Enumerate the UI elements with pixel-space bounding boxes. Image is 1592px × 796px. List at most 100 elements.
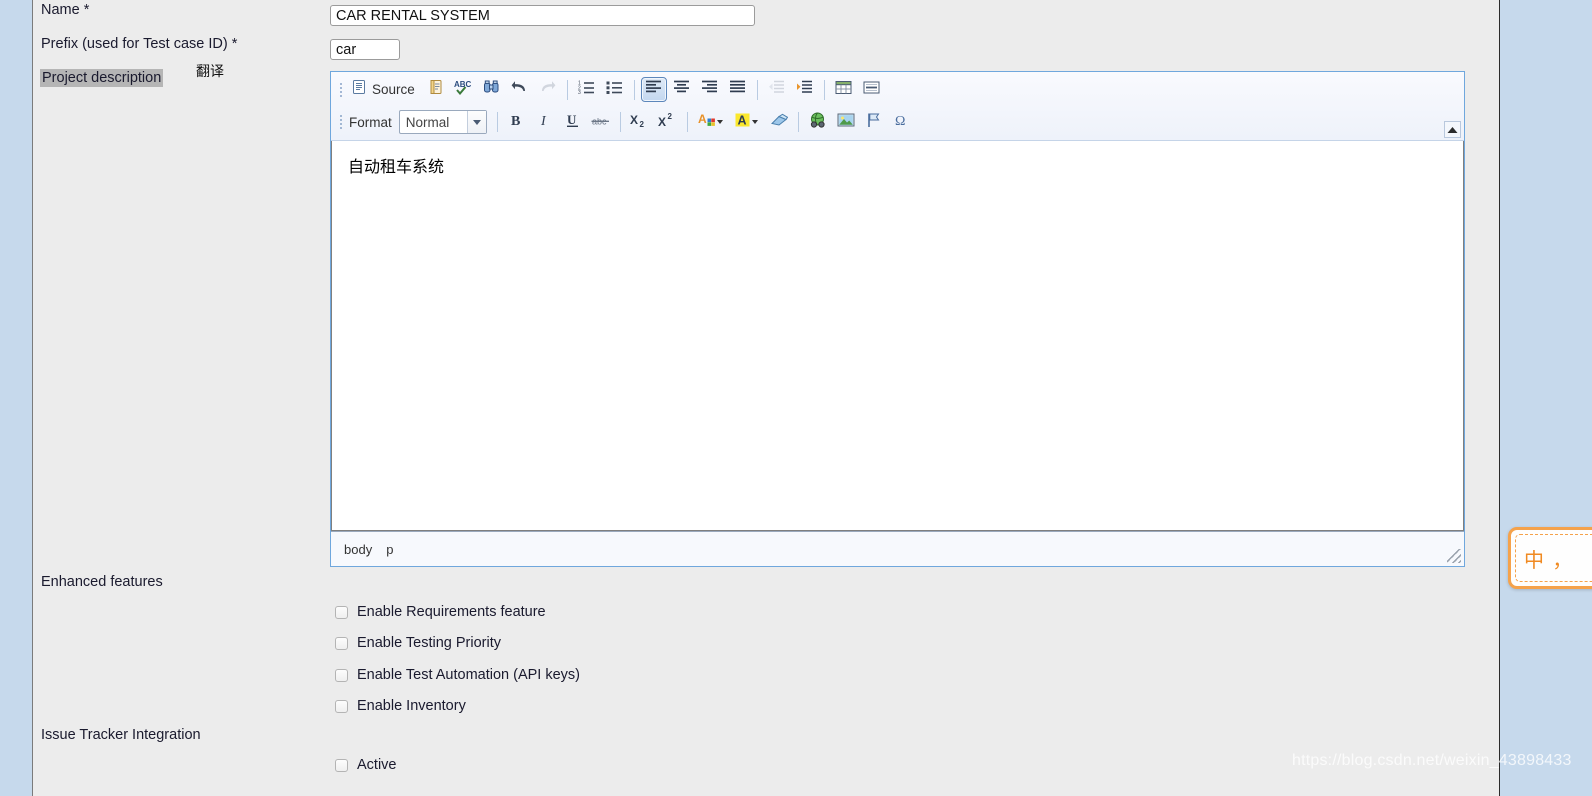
align-left-button[interactable]	[640, 77, 667, 102]
chevron-down-icon	[752, 120, 759, 124]
ime-mode-indicator[interactable]: 中 ，	[1518, 544, 1573, 573]
translate-tooltip-text: 翻译	[196, 64, 224, 80]
checkbox-enable-requirements[interactable]	[335, 605, 348, 619]
table-button[interactable]	[831, 77, 857, 102]
image-button[interactable]	[833, 110, 859, 135]
format-label: Format	[349, 114, 392, 130]
italic-button[interactable]: I	[532, 110, 558, 135]
redo-arrow-icon	[539, 79, 556, 100]
horizontal-rule-button[interactable]	[859, 77, 885, 102]
source-button[interactable]: Source	[347, 77, 422, 102]
toolbar-separator	[686, 112, 688, 132]
element-path-p[interactable]: p	[386, 542, 393, 557]
abc-spellcheck-icon: ABC	[454, 79, 474, 100]
checkbox-row-active[interactable]: Active	[335, 757, 397, 773]
source-icon	[351, 79, 367, 100]
checkbox-label-inventory: Enable Inventory	[357, 698, 466, 714]
outdent-button[interactable]	[764, 77, 790, 102]
chevron-down-icon	[717, 120, 724, 124]
redo-button[interactable]	[535, 77, 561, 102]
undo-button[interactable]	[507, 77, 533, 102]
svg-text:A: A	[698, 112, 707, 126]
toolbar-drag-grip[interactable]	[337, 80, 345, 100]
remove-format-button[interactable]	[766, 110, 792, 135]
italic-icon: I	[538, 112, 552, 133]
editor-resize-grip[interactable]	[1447, 549, 1461, 563]
ime-status-widget[interactable]: 中 ，	[1508, 527, 1592, 589]
templates-button[interactable]	[423, 77, 449, 102]
underline-button[interactable]: U	[560, 110, 586, 135]
bulleted-list-icon	[606, 79, 623, 100]
align-right-button[interactable]	[697, 77, 723, 102]
subscript-button[interactable]: X 2	[627, 110, 653, 135]
toolbar-separator	[566, 79, 568, 100]
subscript-icon: X 2	[630, 112, 649, 133]
checkbox-label-test-automation: Enable Test Automation (API keys)	[357, 667, 580, 683]
indent-icon	[796, 79, 813, 100]
checkbox-enable-testing-priority[interactable]	[335, 636, 348, 650]
checkbox-enable-inventory[interactable]	[335, 699, 348, 713]
align-center-button[interactable]	[669, 77, 695, 102]
bold-button[interactable]: B	[504, 110, 530, 135]
chevron-down-icon	[466, 111, 486, 133]
superscript-icon: X 2	[658, 112, 677, 133]
prefix-input[interactable]	[330, 39, 400, 60]
label-enhanced-features: Enhanced features	[41, 574, 163, 590]
toolbar-separator	[823, 79, 825, 100]
align-right-icon	[701, 79, 718, 100]
toolbar-drag-grip[interactable]	[337, 112, 345, 132]
table-icon	[835, 80, 852, 100]
toolbar-separator	[797, 112, 799, 132]
name-input[interactable]	[330, 5, 755, 26]
svg-text:I: I	[540, 114, 547, 128]
svg-text:ABC: ABC	[454, 80, 472, 89]
label-name: Name *	[41, 2, 90, 18]
svg-text:X: X	[630, 113, 638, 127]
binoculars-find-icon	[483, 79, 500, 100]
align-center-icon	[673, 79, 690, 100]
label-prefix: Prefix (used for Test case ID) *	[41, 36, 238, 52]
svg-text:B: B	[511, 114, 520, 128]
numbered-list-icon: 1 2 3	[578, 79, 595, 100]
background-color-button[interactable]: A	[730, 110, 764, 135]
svg-text:2: 2	[640, 120, 645, 128]
checkbox-row-test-automation[interactable]: Enable Test Automation (API keys)	[335, 667, 580, 683]
text-color-button[interactable]: A	[694, 110, 728, 135]
source-button-label: Source	[372, 82, 415, 97]
toolbar-separator	[619, 112, 621, 132]
toolbar-separator	[756, 79, 758, 100]
strikethrough-button[interactable]: abc	[588, 110, 614, 135]
rich-text-editor: Source ABC 1 2 3 Format Normal B I U abc…	[330, 71, 1465, 567]
checkbox-active[interactable]	[335, 758, 348, 772]
spellcheck-button[interactable]: ABC	[451, 77, 477, 102]
checkbox-row-requirements[interactable]: Enable Requirements feature	[335, 604, 546, 620]
outdent-icon	[768, 79, 785, 100]
format-select[interactable]: Normal	[398, 110, 487, 134]
element-path-body[interactable]: body	[344, 542, 372, 557]
special-char-button[interactable]: Ω	[889, 110, 915, 135]
justify-button[interactable]	[725, 77, 751, 102]
label-issue-tracker-integration: Issue Tracker Integration	[41, 727, 201, 743]
right-page-gutter	[1499, 0, 1592, 796]
omega-icon: Ω	[894, 112, 910, 133]
editor-content-area[interactable]: 自动租车系统	[331, 141, 1464, 531]
checkbox-row-inventory[interactable]: Enable Inventory	[335, 698, 466, 714]
svg-text:X: X	[658, 115, 666, 128]
superscript-button[interactable]: X 2	[655, 110, 681, 135]
checkbox-row-testing-priority[interactable]: Enable Testing Priority	[335, 635, 501, 651]
flag-anchor-icon	[866, 112, 882, 133]
numbered-list-button[interactable]: 1 2 3	[574, 77, 600, 102]
bulleted-list-button[interactable]	[602, 77, 628, 102]
indent-button[interactable]	[792, 77, 818, 102]
find-button[interactable]	[479, 77, 505, 102]
checkbox-label-testing-priority: Enable Testing Priority	[357, 635, 502, 651]
checkbox-enable-test-automation[interactable]	[335, 668, 348, 682]
anchor-button[interactable]	[861, 110, 887, 135]
toolbar-collapse-button[interactable]	[1444, 121, 1461, 138]
toolbar-separator	[496, 112, 498, 132]
link-button[interactable]	[805, 110, 831, 135]
project-form: Name * Prefix (used for Test case ID) * …	[34, 0, 1499, 796]
svg-text:Ω: Ω	[895, 114, 905, 128]
justify-icon	[729, 79, 746, 100]
svg-text:A: A	[738, 113, 747, 127]
